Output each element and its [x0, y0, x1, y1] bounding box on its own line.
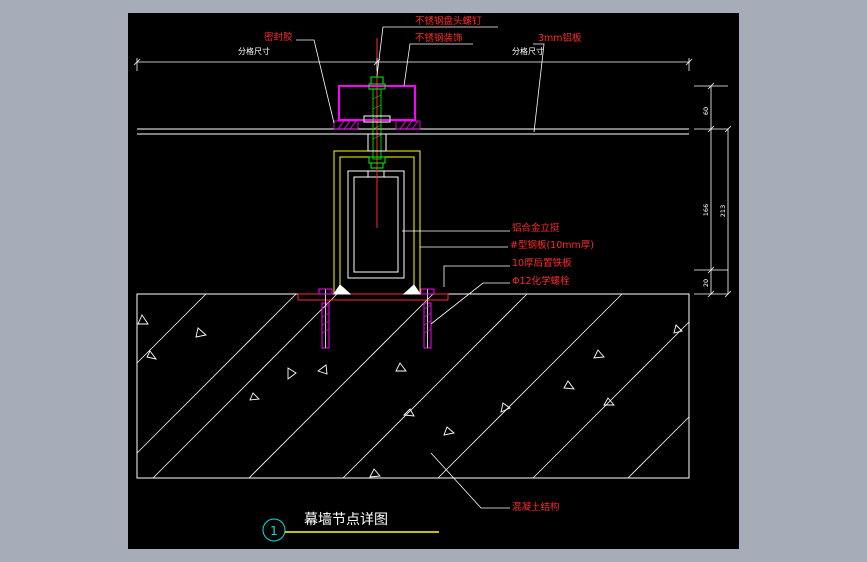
- dimension-20: 20: [702, 279, 710, 287]
- dimension-213: 213: [719, 205, 727, 217]
- detail-number: 1: [270, 524, 278, 538]
- label-pan-head-screw: 不锈钢盘头螺钉: [415, 15, 482, 27]
- chemical-anchor-bolt-left: [318, 288, 333, 349]
- label-steel-channel: #型钢板(10mm厚): [510, 239, 594, 251]
- label-concrete-structure: 混凝土结构: [512, 501, 560, 513]
- concrete-structure: [136, 293, 690, 479]
- grid-size-left: 分格尺寸: [238, 46, 270, 56]
- cad-drawing: 分格尺寸 分格尺寸 60 166 213 20 不锈钢盘头螺钉 不锈钢装饰 密封…: [133, 15, 732, 542]
- aluminum-mullion: [347, 170, 405, 279]
- grid-dimension-line: [133, 58, 693, 71]
- label-sealant: 密封胶: [264, 31, 293, 43]
- grid-size-right: 分格尺寸: [512, 46, 544, 56]
- label-chemical-anchor: Φ12化学螺栓: [512, 275, 570, 287]
- label-aluminum-plate: 3mm铝板: [538, 32, 582, 44]
- detail-title-block: 1 幕墙节点详图: [262, 512, 439, 542]
- aluminum-face-plate: [137, 128, 689, 135]
- dimension-60: 60: [702, 107, 710, 115]
- vertical-dimensions: [694, 82, 732, 298]
- drawing-title: 幕墙节点详图: [304, 512, 388, 528]
- chemical-anchor-bolt-right: [420, 288, 435, 349]
- label-aluminum-mullion: 铝合金立挺: [512, 222, 560, 234]
- drawing-canvas: 分格尺寸 分格尺寸 60 166 213 20 不锈钢盘头螺钉 不锈钢装饰 密封…: [128, 13, 739, 549]
- label-stainless-trim: 不锈钢装饰: [415, 32, 463, 44]
- dimension-166: 166: [702, 204, 710, 216]
- label-embed-plate: 10厚后置铁板: [512, 257, 572, 269]
- embedded-steel-plate: [297, 293, 449, 301]
